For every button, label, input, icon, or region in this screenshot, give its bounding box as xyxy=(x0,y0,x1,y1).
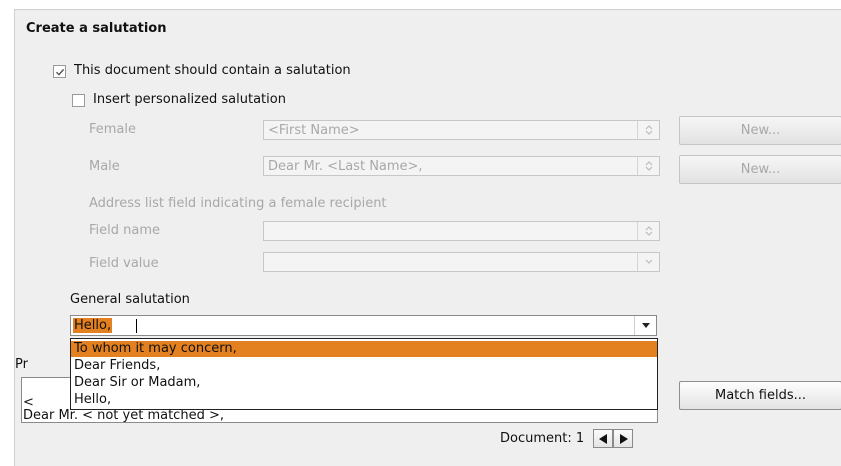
female-select[interactable]: <First Name> xyxy=(263,120,660,140)
previous-document-button[interactable] xyxy=(593,429,613,448)
updown-arrows-icon xyxy=(637,121,659,139)
left-triangle-icon xyxy=(598,433,607,444)
match-fields-button[interactable]: Match fields... xyxy=(679,381,841,410)
preview-line-2: Dear Mr. < not yet matched >, xyxy=(23,408,224,423)
dropdown-triangle-icon[interactable] xyxy=(634,316,656,335)
address-field-caption: Address list field indicating a female r… xyxy=(89,196,387,211)
text-caret xyxy=(136,319,137,333)
field-value-select[interactable] xyxy=(263,252,660,272)
contain-salutation-checkbox[interactable] xyxy=(53,65,66,78)
contain-salutation-label[interactable]: This document should contain a salutatio… xyxy=(74,63,351,78)
male-select-value: Dear Mr. <Last Name>, xyxy=(268,159,423,174)
preview-label-fragment: Pr xyxy=(15,357,28,372)
dropdown-option[interactable]: Dear Sir or Madam, xyxy=(71,375,657,391)
checkmark-icon xyxy=(55,68,64,76)
male-new-button[interactable]: New... xyxy=(679,155,841,184)
female-label: Female xyxy=(89,122,137,137)
salutation-panel: Create a salutation This document should… xyxy=(14,9,841,466)
updown-arrows-icon xyxy=(637,222,659,240)
dropdown-option[interactable]: Hello, xyxy=(71,392,657,408)
updown-arrows-icon xyxy=(637,157,659,175)
dropdown-option[interactable]: To whom it may concern, xyxy=(71,341,657,357)
contain-salutation-text: This document should contain a salutatio… xyxy=(74,63,351,78)
next-document-button[interactable] xyxy=(613,429,633,448)
general-salutation-label: General salutation xyxy=(70,292,190,307)
document-counter: Document: 1 xyxy=(500,431,585,446)
general-salutation-dropdown: To whom it may concern, Dear Friends, De… xyxy=(70,338,658,410)
field-name-label: Field name xyxy=(89,223,161,238)
chevron-down-icon xyxy=(637,253,659,271)
female-new-button[interactable]: New... xyxy=(679,116,841,145)
dropdown-option[interactable]: Dear Friends, xyxy=(71,358,657,374)
general-salutation-value[interactable]: Hello, xyxy=(73,318,113,333)
section-title: Create a salutation xyxy=(26,21,167,36)
personalized-salutation-label[interactable]: Insert personalized salutation xyxy=(93,92,286,107)
personalized-salutation-text: Insert personalized salutation xyxy=(93,92,286,107)
field-name-select[interactable] xyxy=(263,221,660,241)
female-select-value: <First Name> xyxy=(268,123,360,138)
personalized-salutation-checkbox[interactable] xyxy=(72,94,85,107)
male-label: Male xyxy=(89,159,120,174)
field-value-label: Field value xyxy=(89,256,159,271)
right-triangle-icon xyxy=(619,433,628,444)
general-salutation-combo[interactable]: Hello, xyxy=(70,315,657,336)
male-select[interactable]: Dear Mr. <Last Name>, xyxy=(263,156,660,176)
